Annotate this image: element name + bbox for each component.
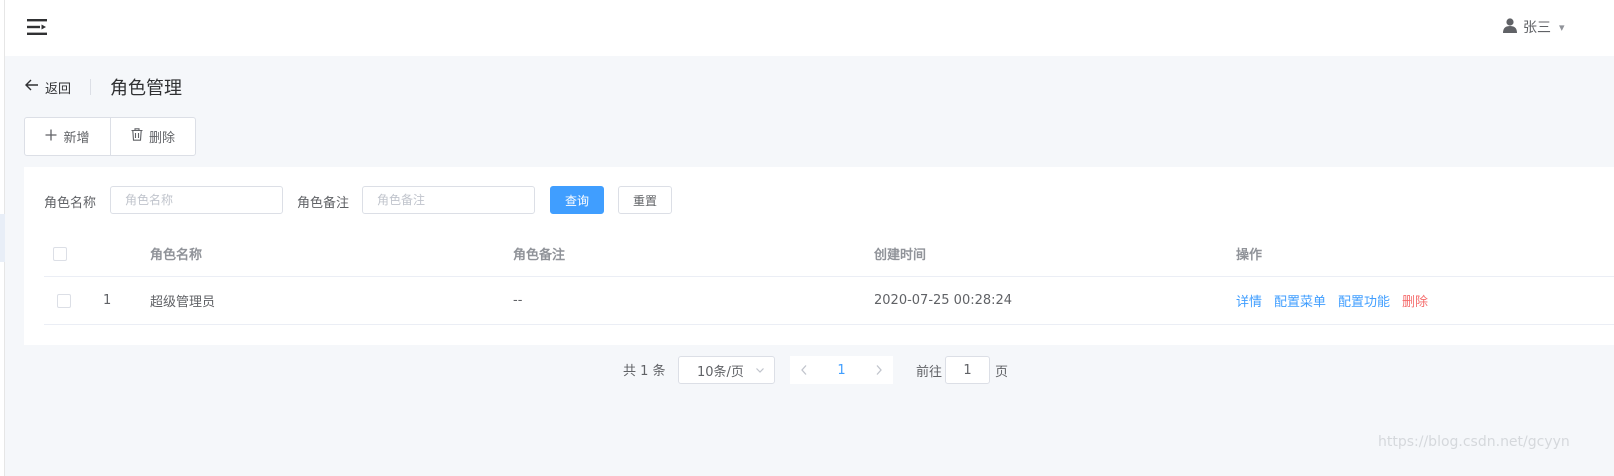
reset-button[interactable]: 重置 [618,186,672,214]
role-name-cell: 超级管理员 [150,295,216,310]
role-name-input[interactable] [110,186,283,214]
watermark: https://blog.csdn.net/gcyyn [1378,434,1570,450]
table-row: 1 超级管理员 -- 2020-07-25 00:28:24 详情 配置菜单 配… [44,277,1614,325]
page-size-select[interactable]: 10条/页 [678,356,775,384]
back-label: 返回 [45,81,72,97]
goto-page-input[interactable] [945,356,990,384]
goto-suffix: 页 [995,365,1009,380]
config-menu-link[interactable]: 配置菜单 [1274,291,1326,310]
page-number-current[interactable]: 1 [818,363,865,378]
column-header-name: 角色名称 [150,248,203,263]
user-icon [1503,17,1517,37]
goto-label: 前往 [916,365,943,380]
arrow-left-icon [25,79,39,95]
row-index: 1 [103,293,112,308]
user-name: 张三 [1523,20,1551,36]
delete-label: 删除 [148,131,175,146]
page-title: 角色管理 [110,78,183,99]
role-remark-label: 角色备注 [297,196,350,211]
query-button[interactable]: 查询 [550,186,604,214]
page-size-value: 10条/页 [697,364,744,380]
row-delete-link[interactable]: 删除 [1402,291,1428,310]
select-all-checkbox[interactable] [53,246,67,261]
pagination-total: 共 1 条 [623,364,666,379]
toolbar: 新增 删除 [24,117,196,156]
actions-cell: 详情 配置菜单 配置功能 删除 [1236,277,1440,324]
config-function-link[interactable]: 配置功能 [1338,291,1390,310]
user-menu[interactable]: 张三 ▾ [1503,17,1565,37]
role-remark-cell: -- [513,293,523,308]
header-divider [90,79,92,95]
trash-icon [131,128,143,145]
chevron-down-icon: ▾ [1559,20,1565,34]
chevron-down-icon [755,364,765,379]
delete-button[interactable]: 删除 [111,118,195,155]
role-table-card: 角色名称 角色备注 查询 重置 角色名称 角色备注 创建时间 操作 1 超级管理… [24,167,1614,345]
next-page-icon[interactable] [865,364,893,376]
role-name-label: 角色名称 [44,196,97,211]
table-header: 角色名称 角色备注 创建时间 操作 [44,231,1614,277]
add-label: 新增 [63,131,90,146]
role-remark-input[interactable] [362,186,535,214]
column-header-actions: 操作 [1236,248,1263,263]
sidebar-active-marker [0,214,5,262]
column-header-remark: 角色备注 [513,248,566,263]
top-navbar [5,0,1614,56]
menu-fold-icon[interactable] [27,18,47,36]
created-time-cell: 2020-07-25 00:28:24 [874,293,1013,308]
row-checkbox[interactable] [57,293,71,308]
prev-page-icon[interactable] [790,364,818,376]
add-button[interactable]: 新增 [25,118,111,155]
detail-link[interactable]: 详情 [1236,291,1262,310]
column-header-created: 创建时间 [874,248,927,263]
plus-icon [45,129,57,145]
back-button[interactable]: 返回 [25,78,71,97]
page-header: 返回 角色管理 [25,72,182,102]
pagination-nav: 1 [790,356,893,384]
